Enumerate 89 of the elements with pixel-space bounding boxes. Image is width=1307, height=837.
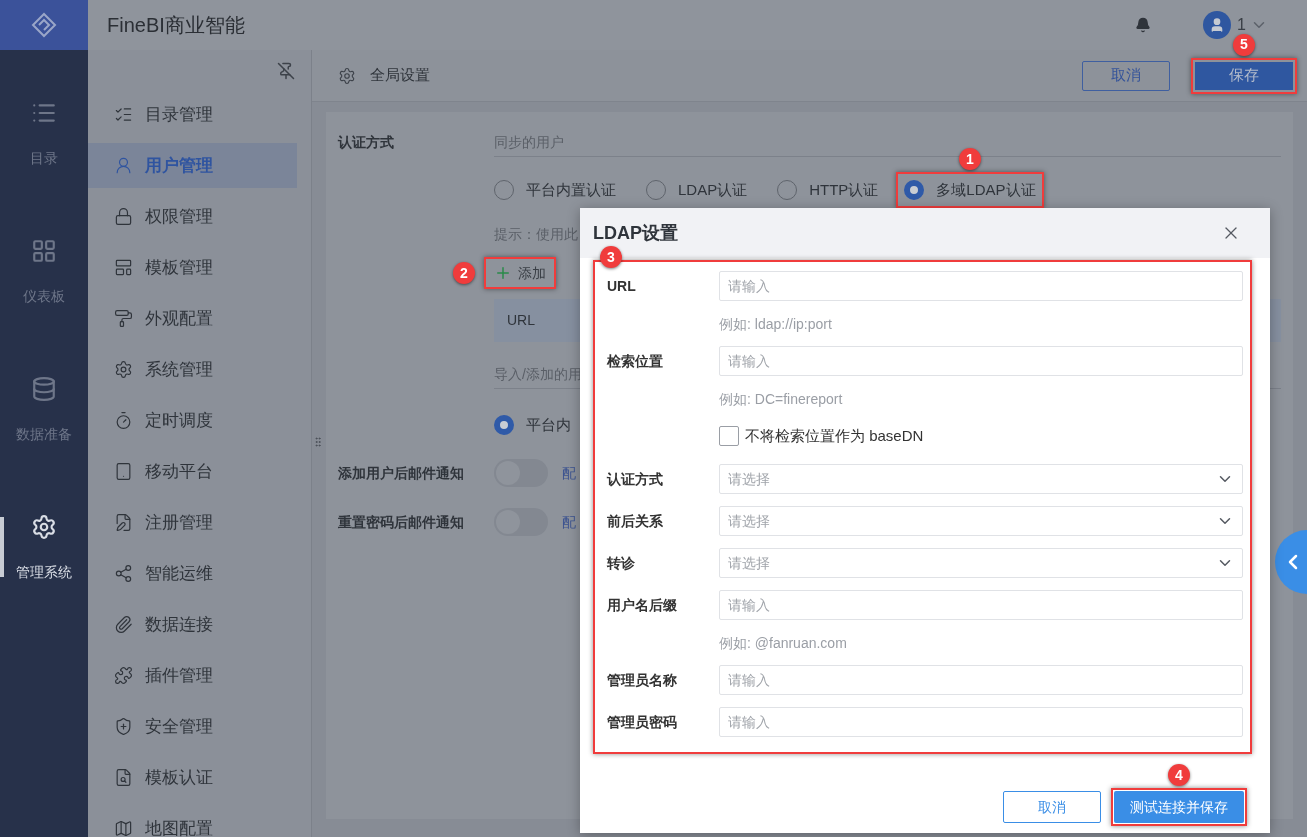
drag-handle-icon[interactable] <box>312 436 324 448</box>
field-label: 认证方式 <box>338 133 395 152</box>
user-icon <box>114 156 133 175</box>
sidebar-item[interactable]: 定时调度 <box>88 398 297 443</box>
input-field[interactable]: 请输入 <box>719 271 1243 301</box>
auth-option[interactable]: HTTP认证 <box>777 174 879 206</box>
auth-option[interactable]: LDAP认证 <box>646 174 748 206</box>
sidebar-item[interactable]: 地图配置 <box>88 806 297 837</box>
avatar-icon[interactable] <box>1203 11 1232 39</box>
radio-button[interactable] <box>494 415 514 435</box>
nav-item[interactable]: 数据准备 <box>0 341 88 479</box>
sidebar-item[interactable]: 移动平台 <box>88 449 297 494</box>
field-label: 用户名后缀 <box>607 595 678 615</box>
sidebar-item[interactable]: 模板认证 <box>88 755 297 800</box>
settings-icon <box>338 66 356 85</box>
plus-icon <box>494 264 512 282</box>
cancel-button[interactable]: 取消 <box>1003 791 1101 823</box>
lock-icon <box>114 207 133 226</box>
auth-option[interactable]: 多域LDAP认证 <box>904 174 1036 206</box>
layout-icon <box>114 258 133 277</box>
sidebar-item[interactable]: 注册管理 <box>88 500 297 545</box>
nav-item[interactable]: 仪表板 <box>0 203 88 341</box>
setting-label: 添加用户后邮件通知 <box>338 463 465 483</box>
tablet-icon <box>114 462 133 481</box>
nodes-icon <box>114 564 133 583</box>
field-hint: 例如: ldap://ip:port <box>719 315 833 334</box>
field-label: 认证方式 <box>607 469 664 489</box>
input-field[interactable]: 请输入 <box>719 590 1243 620</box>
import-option[interactable]: 平台内 <box>494 413 571 437</box>
field-label: 管理员名称 <box>607 670 678 690</box>
paint-roller-icon <box>114 309 133 328</box>
settings-icon <box>114 360 133 379</box>
field-label: 管理员密码 <box>607 712 678 732</box>
grid-icon <box>31 237 57 264</box>
file-search-icon <box>114 768 133 787</box>
map-icon <box>114 819 133 837</box>
dialog-title: LDAP设置 <box>593 221 678 245</box>
checkbox-row[interactable]: 不将检索位置作为 baseDN <box>719 426 1243 446</box>
sidebar-item[interactable]: 系统管理 <box>88 347 297 392</box>
app-title: FineBI商业智能 <box>107 13 245 38</box>
auth-option[interactable]: 平台内置认证 <box>494 174 616 206</box>
logo-icon <box>31 12 57 38</box>
list-icon <box>114 105 133 124</box>
sidebar-item[interactable]: 目录管理 <box>88 92 297 137</box>
puzzle-icon <box>114 666 133 685</box>
database-icon <box>31 375 57 402</box>
configure-link[interactable]: 配 <box>562 462 576 484</box>
field-hint: 例如: DC=finereport <box>719 390 844 409</box>
select-field[interactable]: 请选择 <box>719 548 1243 578</box>
callout-number: 2 <box>453 262 475 284</box>
checkbox[interactable] <box>719 426 739 446</box>
field-hint: 例如: @fanruan.com <box>719 634 848 653</box>
cancel-button[interactable]: 取消 <box>1082 60 1170 91</box>
sidebar-item[interactable]: 数据连接 <box>88 602 297 647</box>
timer-icon <box>114 411 133 430</box>
callout-number: 4 <box>1168 764 1190 786</box>
nav-item[interactable]: 目录 <box>0 65 88 203</box>
user-name[interactable]: 1 <box>1237 17 1246 33</box>
input-field[interactable]: 请输入 <box>719 346 1243 376</box>
field-label: URL <box>607 276 637 296</box>
select-field[interactable]: 请选择 <box>719 464 1243 494</box>
page-title: 全局设置 <box>370 65 430 86</box>
radio-button[interactable] <box>904 180 925 200</box>
add-button[interactable]: 添加 <box>494 259 546 287</box>
save-button[interactable]: 保存 <box>1195 61 1293 90</box>
file-edit-icon <box>114 513 133 532</box>
field-label: 转诊 <box>607 553 636 573</box>
unpin-icon[interactable] <box>277 62 295 80</box>
settings-icon <box>31 513 57 540</box>
sidebar-item[interactable]: 安全管理 <box>88 704 297 749</box>
shield-icon <box>114 717 133 736</box>
sidebar-item[interactable]: 权限管理 <box>88 194 297 239</box>
save-button[interactable]: 测试连接并保存 <box>1114 791 1244 823</box>
input-field[interactable]: 请输入 <box>719 707 1243 737</box>
sidebar-item[interactable]: 插件管理 <box>88 653 297 698</box>
bell-icon[interactable] <box>1135 17 1152 33</box>
callout-number: 3 <box>600 246 622 268</box>
setting-label: 重置密码后邮件通知 <box>338 512 465 532</box>
nav-item[interactable]: 管理系统 <box>0 479 88 617</box>
select-field[interactable]: 请选择 <box>719 506 1243 536</box>
logo-block[interactable] <box>0 0 88 50</box>
paperclip-icon <box>114 615 133 634</box>
column-header: URL <box>506 311 536 330</box>
field-label: 前后关系 <box>607 511 664 531</box>
sidebar-item[interactable]: 智能运维 <box>88 551 297 596</box>
sidebar-item[interactable]: 外观配置 <box>88 296 297 341</box>
configure-link[interactable]: 配 <box>562 511 576 533</box>
input-field[interactable]: 请输入 <box>719 665 1243 695</box>
sidebar-item[interactable]: 模板管理 <box>88 245 297 290</box>
